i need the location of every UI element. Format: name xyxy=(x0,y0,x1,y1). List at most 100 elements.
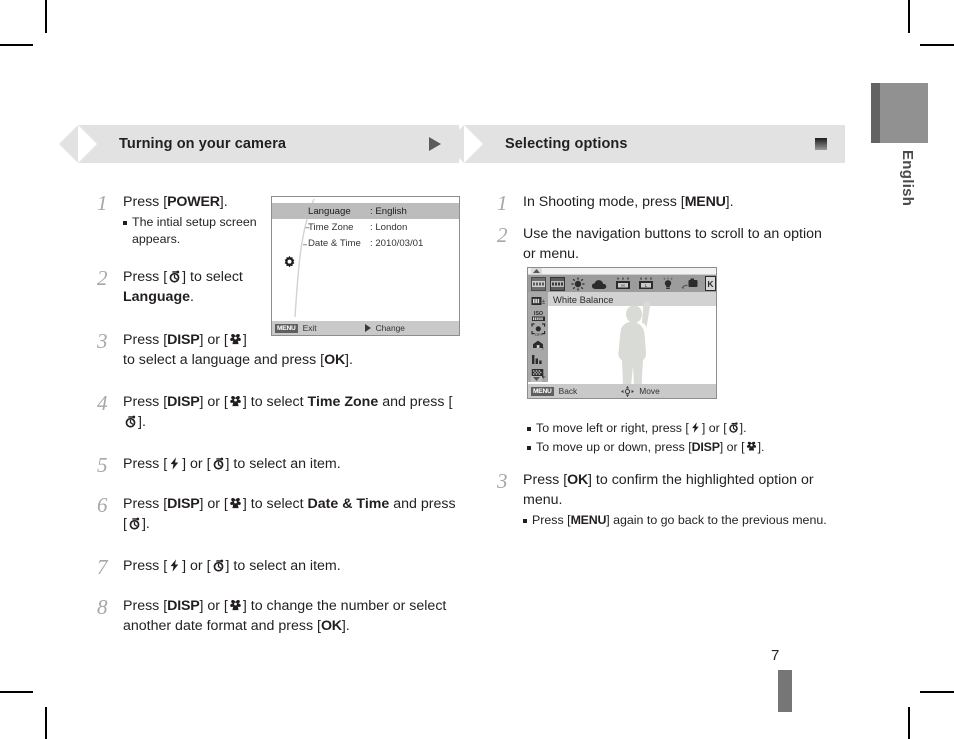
step-number: 2 xyxy=(497,223,508,247)
menu-footer-bar: MENU Back Move xyxy=(528,384,716,398)
timer-icon xyxy=(167,269,182,284)
disp-button-label: DISP xyxy=(691,440,720,454)
crop-mark-top-left-horizontal xyxy=(0,44,33,46)
smart-filter-icon[interactable]: T xyxy=(531,338,546,351)
step-bullet: To move left or right, press [] or []. xyxy=(527,420,847,437)
step-text: Press [OK] to confirm the highlighted op… xyxy=(523,470,845,529)
step-1-turning-on: 1 Press [POWER]. The intial setup screen… xyxy=(97,192,272,248)
step-text: Press [DISP] or [] to select a language … xyxy=(123,332,353,368)
timer-icon xyxy=(211,456,226,471)
banner-notch-left xyxy=(78,125,97,163)
step-number: 8 xyxy=(97,595,108,619)
section-header-turning-on: Turning on your camera xyxy=(78,125,459,163)
play-triangle-icon xyxy=(429,137,441,151)
timer-icon xyxy=(127,516,142,531)
exposure-value-icon[interactable]: ± xyxy=(531,294,546,307)
scroll-down-icon[interactable] xyxy=(531,376,542,382)
disp-button-label: DISP xyxy=(167,598,200,614)
step-3-turning-on: 3 Press [DISP] or [] to select a languag… xyxy=(97,330,457,370)
crop-mark-bottom-left-vertical xyxy=(45,707,47,739)
step-number: 1 xyxy=(497,191,508,215)
wb-daylight-icon[interactable] xyxy=(550,276,565,291)
step-6-turning-on: 6 Press [DISP] or [] to select Date & Ti… xyxy=(97,494,457,534)
white-balance-icon-row: H L K xyxy=(528,275,716,292)
language-tab-label: English xyxy=(899,150,916,207)
svg-text:ISO: ISO xyxy=(533,311,542,317)
step-text: Press [DISP] or [] to select Date & Time… xyxy=(123,496,456,532)
step-text: Press [] to select Language. xyxy=(123,269,243,305)
setup-row-value: : 2010/03/01 xyxy=(370,237,424,249)
scroll-up-icon[interactable] xyxy=(531,268,542,274)
language-tab-box xyxy=(871,83,928,143)
timer-icon xyxy=(123,414,138,429)
timer-icon xyxy=(211,558,226,573)
step-2-turning-on: 2 Press [] to select Language. xyxy=(97,267,272,307)
gradient-square-icon xyxy=(815,138,827,150)
macro-icon xyxy=(228,332,243,347)
wb-kelvin-icon[interactable]: K xyxy=(705,276,716,291)
language-term: Language xyxy=(123,289,191,305)
section-title-turning-on: Turning on your camera xyxy=(119,136,287,152)
navigation-pad-icon xyxy=(621,385,635,397)
wb-cloudy-icon[interactable] xyxy=(591,278,609,290)
ok-button-label: OK xyxy=(320,618,342,634)
flash-icon xyxy=(689,421,702,434)
image-adjust-icon[interactable] xyxy=(531,352,546,365)
setup-row-language[interactable]: Language : English xyxy=(272,203,459,219)
section-header-selecting-options: Selecting options xyxy=(464,125,845,163)
step-8-turning-on: 8 Press [DISP] or [] to change the numbe… xyxy=(97,596,457,636)
svg-text:H: H xyxy=(621,283,624,288)
wb-fluorescent-l-icon[interactable]: L xyxy=(637,277,655,291)
disp-button-label: DISP xyxy=(167,496,200,512)
setup-footer-bar: MENU Exit Change xyxy=(272,321,459,335)
page-number-bar xyxy=(778,670,792,712)
wb-tungsten-icon[interactable] xyxy=(660,277,676,291)
ok-button-label: OK xyxy=(324,352,346,368)
ok-button-label: OK xyxy=(567,472,589,488)
step-2-bullets: To move left or right, press [] or []. T… xyxy=(527,418,847,456)
macro-icon xyxy=(228,496,243,511)
shooting-menu-screen-mock: H L K ± ISO OFF T F White Balance MENU B… xyxy=(527,267,717,399)
menu-footer-move-label: Move xyxy=(639,386,660,396)
crop-mark-bottom-left-horizontal xyxy=(0,691,33,693)
crop-mark-top-left-vertical xyxy=(45,0,47,33)
step-number: 4 xyxy=(97,391,108,415)
right-triangle-icon xyxy=(364,324,371,332)
menu-button-label: MENU xyxy=(570,513,607,527)
menu-button-tag[interactable]: MENU xyxy=(531,386,554,396)
wb-sunny-icon[interactable] xyxy=(570,277,586,291)
iso-icon[interactable]: ISO xyxy=(531,309,546,322)
step-3-selecting-options: 3 Press [OK] to confirm the highlighted … xyxy=(497,470,847,529)
step-text: Press [DISP] or [] to select Time Zone a… xyxy=(123,394,453,430)
step-text: Use the navigation buttons to scroll to … xyxy=(523,226,822,262)
flash-icon xyxy=(167,558,182,573)
setup-footer-exit-label: Exit xyxy=(302,323,317,333)
date-time-term: Date & Time xyxy=(307,496,390,512)
page-number: 7 xyxy=(771,647,780,664)
setup-row-date-time[interactable]: Date & Time : 2010/03/01 xyxy=(272,235,459,251)
timer-icon xyxy=(727,421,740,434)
crop-mark-bottom-right-horizontal xyxy=(920,691,954,693)
step-text: In Shooting mode, press [MENU]. xyxy=(523,194,734,210)
face-detection-off-icon[interactable]: OFF xyxy=(530,323,546,337)
flash-icon xyxy=(167,456,182,471)
initial-setup-screen-mock: Language : English Time Zone : London Da… xyxy=(271,196,460,336)
step-number: 7 xyxy=(97,555,108,579)
power-button-label: POWER xyxy=(167,194,220,210)
wb-custom-icon[interactable] xyxy=(681,277,699,291)
setup-row-time-zone[interactable]: Time Zone : London xyxy=(272,219,459,235)
step-text: Press [] or [] to select an item. xyxy=(123,456,341,472)
wb-auto-icon[interactable] xyxy=(531,276,546,291)
macro-icon xyxy=(228,394,243,409)
step-number: 5 xyxy=(97,453,108,477)
crop-mark-bottom-right-vertical xyxy=(908,707,910,739)
svg-text:±: ± xyxy=(541,300,545,306)
step-1-selecting-options: 1 In Shooting mode, press [MENU]. xyxy=(497,191,847,215)
section-title-selecting-options: Selecting options xyxy=(505,136,628,152)
menu-button-tag[interactable]: MENU xyxy=(275,323,298,333)
menu-preview-area xyxy=(548,301,716,391)
setup-row-value: : English xyxy=(370,205,407,217)
step-number: 2 xyxy=(97,266,108,290)
svg-text:F: F xyxy=(542,375,545,380)
wb-fluorescent-h-icon[interactable]: H xyxy=(614,277,632,291)
